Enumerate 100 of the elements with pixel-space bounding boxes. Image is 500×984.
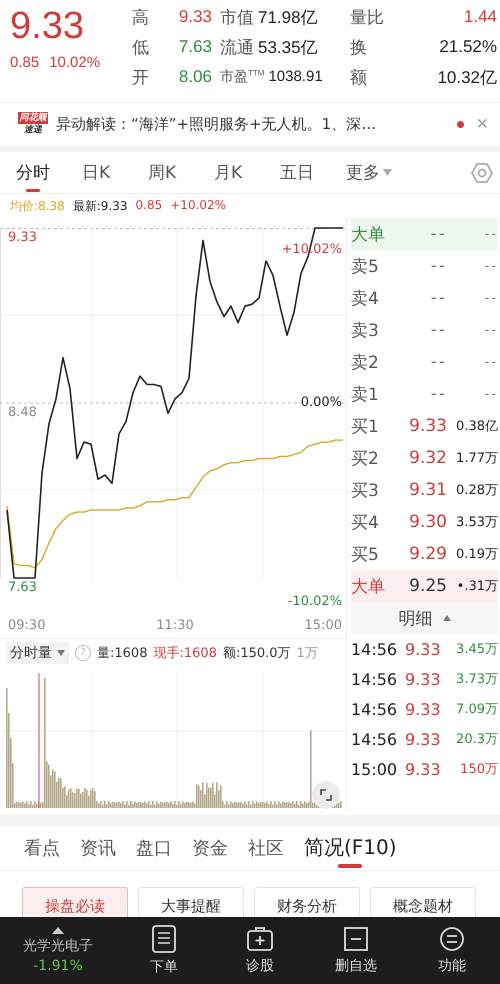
- order-volume: --: [484, 354, 498, 370]
- period-tab[interactable]: 分时: [10, 152, 76, 194]
- period-tab[interactable]: 月K: [208, 152, 274, 194]
- order-label: 卖3: [351, 320, 380, 342]
- time-label: 15:00: [304, 618, 342, 636]
- price-change: 0.85: [10, 54, 40, 71]
- order-volume: 0.38亿: [455, 418, 498, 436]
- section-tab[interactable]: 资金: [188, 826, 232, 870]
- order-volume: 0.28万: [455, 482, 498, 500]
- sector-name[interactable]: 光学光电子: [23, 936, 93, 955]
- last-price: 9.33: [10, 4, 85, 48]
- order-volume: •.31万: [456, 578, 498, 596]
- menu-icon: [439, 926, 465, 952]
- tick-volume: 7.09万: [455, 701, 498, 718]
- tick-time: 14:56: [351, 730, 398, 749]
- axis-label: 9.33: [8, 230, 37, 246]
- toolbar-button[interactable]: 功能: [412, 924, 492, 976]
- order-volume: --: [484, 290, 498, 306]
- caret-icon: [57, 650, 65, 656]
- unread-dot-icon: [457, 120, 464, 128]
- amount-value: 额:150.0万: [222, 645, 291, 662]
- order-label: 买1: [351, 416, 380, 438]
- expand-icon[interactable]: [312, 781, 340, 810]
- tick-price: 9.33: [405, 670, 442, 689]
- tick-time: 14:56: [351, 670, 398, 689]
- tick-volume: 3.45万: [455, 641, 498, 658]
- axis-label: 1万: [296, 645, 318, 662]
- order-label: 大单: [351, 224, 386, 246]
- minus-square-icon: [343, 926, 369, 952]
- section-tab[interactable]: 社区: [244, 826, 288, 870]
- order-price: 9.32: [408, 448, 448, 468]
- ticks-title: 明细: [398, 608, 432, 630]
- sub-tab[interactable]: 财务分析: [254, 886, 360, 916]
- sub-tab[interactable]: 大事提醒: [138, 886, 244, 916]
- period-tab[interactable]: 日K: [76, 152, 142, 194]
- tick-price: 9.33: [405, 760, 442, 779]
- medical-kit-icon: [246, 926, 274, 952]
- section-tab[interactable]: 盘口: [132, 826, 176, 870]
- metric-value: 10.32亿: [436, 66, 498, 88]
- news-banner[interactable]: 同花顺 速递 异动解读：“海洋”+照明服务+无人机。1、深… ×: [0, 102, 500, 152]
- metric-value: 21.52%: [438, 37, 498, 57]
- order-label: 卖2: [351, 352, 380, 374]
- metric-value: 71.98亿: [258, 6, 318, 28]
- order-price: 9.30: [408, 512, 448, 532]
- sub-tab[interactable]: 操盘必读: [22, 886, 128, 916]
- order-price: --: [430, 320, 448, 340]
- metric-label: 额: [349, 66, 368, 88]
- metric-label: 市盈$^{TTM}$: [220, 68, 264, 86]
- tick-time: 14:56: [351, 700, 398, 719]
- toolbar-button[interactable]: 诊股: [220, 924, 300, 976]
- section-tab[interactable]: 看点: [20, 826, 64, 870]
- toolbar-button[interactable]: 下单: [124, 924, 204, 977]
- tick-volume: 3.73万: [455, 671, 498, 688]
- order-price: --: [430, 224, 448, 244]
- order-label: 买3: [351, 480, 380, 502]
- order-price: 9.25: [408, 576, 448, 596]
- tick-volume: 150万: [459, 761, 498, 778]
- ticks-header[interactable]: 明细: [351, 602, 498, 634]
- period-tab[interactable]: 五日: [274, 152, 340, 194]
- order-volume: 0.19万: [455, 546, 498, 564]
- metric-value: 53.35亿: [258, 36, 318, 58]
- stat-value: 7.63: [178, 37, 213, 57]
- news-logo: 同花顺 速递: [18, 112, 48, 136]
- order-label: 买4: [351, 512, 380, 534]
- sector-change: -1.91%: [33, 958, 83, 974]
- order-price: 9.29: [408, 544, 448, 564]
- toolbar-button[interactable]: 删自选: [316, 924, 396, 976]
- document-icon: [151, 924, 177, 953]
- axis-label: -10.02%: [288, 594, 342, 610]
- order-price: --: [430, 352, 448, 372]
- tick-time: 15:00: [351, 760, 398, 779]
- time-label: 09:30: [8, 618, 46, 636]
- order-volume: --: [484, 322, 498, 338]
- tick-time: 14:56: [351, 640, 398, 659]
- change-percent: +10.02%: [170, 198, 226, 214]
- average-price: 均价:8.38: [10, 198, 65, 214]
- order-volume: 3.53万: [455, 514, 498, 532]
- metric-label: 量比: [349, 6, 385, 28]
- metric-label: 市值: [220, 6, 254, 28]
- change-percent: 10.02%: [49, 54, 100, 71]
- period-tab[interactable]: 周K: [142, 152, 208, 194]
- order-volume: --: [484, 386, 498, 402]
- stat-label: 开: [132, 66, 150, 88]
- section-tab[interactable]: 资讯: [76, 826, 120, 870]
- tick-price: 9.33: [405, 700, 442, 719]
- period-tab[interactable]: 更多: [340, 152, 406, 194]
- price-change: 0.85: [136, 198, 162, 214]
- sub-tab[interactable]: 概念题材: [370, 886, 476, 916]
- order-price: 9.33: [408, 416, 448, 436]
- latest-price: 最新:9.33: [72, 198, 128, 214]
- volume-value: 量:1608: [97, 645, 148, 662]
- tick-price: 9.33: [405, 640, 442, 659]
- tick-volume: 20.3万: [455, 731, 498, 748]
- order-volume: --: [484, 226, 498, 242]
- time-label: 11:30: [156, 618, 194, 636]
- metric-label: 换: [349, 36, 368, 58]
- caret-icon: [383, 169, 392, 176]
- indicator-dropdown[interactable]: 分时量: [6, 642, 69, 664]
- order-price: --: [430, 384, 448, 404]
- section-tab[interactable]: 简况(F10): [300, 826, 401, 870]
